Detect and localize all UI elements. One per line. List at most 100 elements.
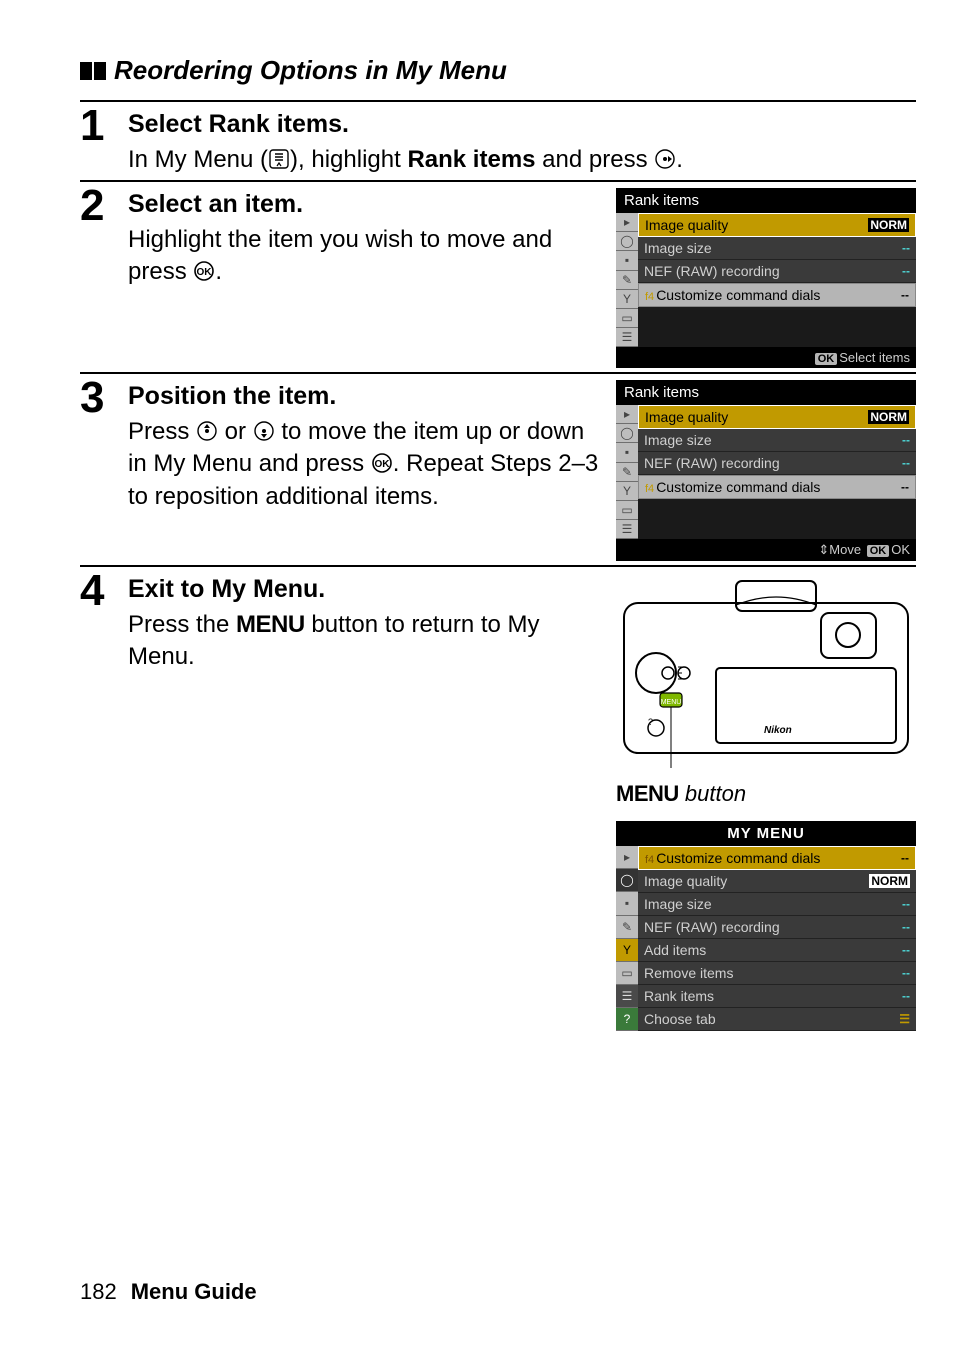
lcd-row: f4Customize command dials --: [638, 475, 916, 499]
lcd-footer-text: OK: [891, 542, 910, 557]
tab-icon: ◯: [616, 424, 638, 443]
lcd-value: NORM: [868, 410, 909, 424]
step-number: 3: [80, 376, 128, 420]
step-3: 3 Position the item. Press or to move th…: [80, 372, 916, 561]
step-4: 4 Exit to My Menu. Press the MENU button…: [80, 565, 916, 1031]
lcd-row: Choose tab☰: [638, 1008, 916, 1031]
tab-icon: ✎: [616, 271, 638, 290]
lcd-footer-text: Select items: [839, 350, 910, 365]
lcd-row: NEF (RAW) recording--: [638, 260, 916, 283]
step-number: 1: [80, 104, 128, 148]
lcd-label: Image size: [644, 432, 712, 448]
lcd-header: MY MENU: [616, 821, 916, 846]
page-number: 182: [80, 1279, 117, 1304]
lcd-screenshot-mymenu-result: MY MENU ▸ ◯ ▪ ✎ Y ▭ ☰ ?: [616, 821, 916, 1031]
lcd-tab-strip: ▸ ◯ ▪ ✎ Y ▭ ☰ ?: [616, 846, 638, 1031]
step-body: Press or to move the item up or down in …: [128, 416, 604, 513]
lcd-label: Rank items: [644, 988, 714, 1004]
lcd-label: Image size: [644, 240, 712, 256]
ok-badge: OK: [867, 545, 890, 557]
lcd-footer-text: Move: [829, 542, 864, 557]
lcd-value: --: [902, 989, 910, 1003]
step-body: Press the MENU button to return to My Me…: [128, 609, 604, 674]
text: Press: [128, 418, 196, 445]
lcd-label: Customize command dials: [656, 850, 820, 866]
lcd-header: Rank items: [616, 188, 916, 213]
text: Select: [128, 110, 209, 138]
lcd-row: Add items--: [638, 939, 916, 962]
lcd-label: NEF (RAW) recording: [644, 455, 780, 471]
lcd-empty: [638, 499, 916, 539]
section-title: Reordering Options in My Menu: [114, 55, 507, 86]
lcd-list: Image qualityNORM Image size-- NEF (RAW)…: [638, 213, 916, 347]
text-bold: Rank items: [407, 146, 535, 173]
tab-icon: ▭: [616, 309, 638, 328]
text: .: [676, 146, 683, 173]
lcd-value: --: [902, 456, 910, 470]
tab-icon: ▸: [616, 405, 638, 424]
lcd-footer: OKSelect items: [616, 347, 916, 368]
section-marker-icon: [80, 62, 106, 80]
step-number: 4: [80, 569, 128, 613]
move-icon: ⇕: [818, 542, 829, 557]
step-body: Highlight the item you wish to move and …: [128, 224, 604, 289]
text: In My Menu (: [128, 146, 268, 173]
tab-icon: ☰: [616, 985, 638, 1008]
lcd-label: Remove items: [644, 965, 733, 981]
tab-icon: ▸: [616, 213, 638, 232]
lcd-value: --: [901, 480, 909, 494]
tab-icon: ☰: [616, 520, 638, 539]
lcd-label: NEF (RAW) recording: [644, 919, 780, 935]
tab-icon: ◯: [616, 869, 638, 892]
text: Press the: [128, 611, 236, 638]
tab-icon: ▪: [616, 443, 638, 462]
lcd-prefix: f4: [645, 483, 654, 495]
lcd-prefix: f4: [645, 854, 654, 866]
svg-text:?: ?: [648, 717, 653, 727]
lcd-value: --: [902, 943, 910, 957]
multi-down-icon: [253, 420, 275, 442]
svg-text:OK: OK: [197, 267, 213, 278]
tab-icon: ▭: [616, 501, 638, 520]
svg-text:OK: OK: [374, 459, 390, 470]
lcd-value: --: [901, 288, 909, 302]
mymenu-icon: [268, 148, 290, 170]
lcd-row: NEF (RAW) recording --: [638, 452, 916, 475]
lcd-list: f4Customize command dials-- Image qualit…: [638, 846, 916, 1031]
lcd-header: Rank items: [616, 380, 916, 405]
tab-icon: ▪: [616, 251, 638, 270]
text: ), highlight: [290, 146, 407, 173]
lcd-row: f4Customize command dials--: [638, 283, 916, 307]
lcd-value: --: [902, 241, 910, 255]
lcd-value: NORM: [868, 218, 909, 232]
ok-button-icon: OK: [193, 260, 215, 282]
multi-up-icon: [196, 420, 218, 442]
svg-text:MENU: MENU: [661, 699, 682, 706]
text: Highlight the item you wish to move and …: [128, 226, 552, 285]
lcd-row: NEF (RAW) recording --: [638, 916, 916, 939]
lcd-label: Customize command dials: [656, 479, 820, 495]
lcd-value: --: [902, 920, 910, 934]
page-footer: 182Menu Guide: [80, 1279, 257, 1305]
lcd-value: --: [902, 966, 910, 980]
lcd-row: Image qualityNORM: [638, 405, 916, 429]
lcd-label: NEF (RAW) recording: [644, 263, 780, 279]
step-title: Exit to My Menu.: [128, 573, 604, 607]
lcd-label: Choose tab: [644, 1011, 716, 1027]
lcd-screenshot-rank-select: Rank items ▸ ◯ ▪ ✎ Y ▭ ☰ Image quality: [616, 188, 916, 368]
camera-illustration: Nikon MENU ?: [616, 573, 916, 773]
lcd-value: NORM: [869, 874, 910, 888]
step-body: In My Menu ( ), highlight Rank items and …: [128, 144, 916, 176]
lcd-tab-strip: ▸ ◯ ▪ ✎ Y ▭ ☰: [616, 213, 638, 347]
text: .: [342, 110, 349, 138]
step-1: 1 Select Rank items. In My Menu ( ), high…: [80, 100, 916, 176]
svg-text:Nikon: Nikon: [764, 725, 792, 736]
lcd-value: --: [901, 851, 909, 865]
step-title: Select an item.: [128, 188, 604, 222]
text: and press: [536, 146, 655, 173]
step-title: Position the item.: [128, 380, 604, 414]
tab-icon: ◯: [616, 232, 638, 251]
lcd-label: Image size: [644, 896, 712, 912]
tab-icon: Y: [616, 939, 638, 962]
section-header: Reordering Options in My Menu: [80, 55, 916, 86]
